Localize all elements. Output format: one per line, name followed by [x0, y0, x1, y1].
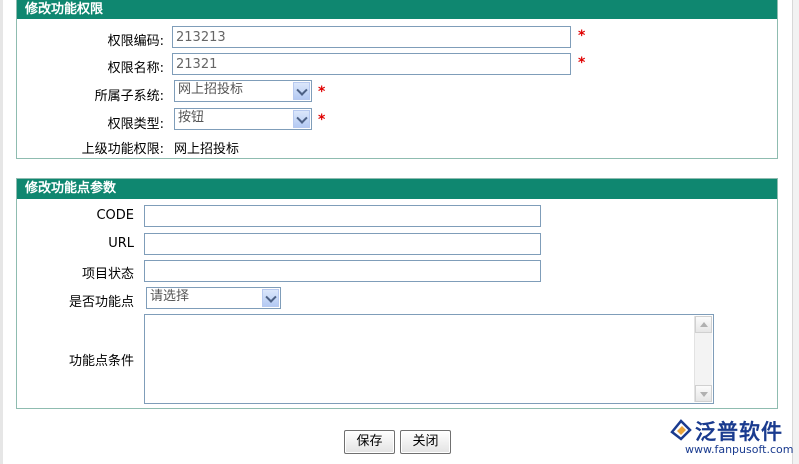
watermark-url: www.fanpusoft.com — [685, 443, 794, 456]
edit-function-point-header: 修改功能点参数 — [17, 179, 777, 199]
chevron-down-icon[interactable] — [293, 82, 310, 100]
watermark-brand: 泛普软件 — [695, 420, 783, 444]
condition-scrollbar[interactable] — [694, 316, 712, 402]
edit-permission-header: 修改功能权限 — [17, 0, 777, 19]
subsystem-label: 所属子系统: — [94, 89, 164, 104]
parent-permission-label: 上级功能权限: — [81, 142, 164, 157]
fanpu-logo-icon — [670, 419, 692, 441]
is-function-point-select-value: 请选择 — [150, 289, 190, 304]
permission-type-required: * — [318, 112, 326, 128]
project-status-input[interactable] — [144, 260, 541, 282]
close-button[interactable]: 关闭 — [400, 430, 451, 454]
permission-type-select[interactable]: 按钮 — [174, 108, 312, 130]
permission-name-required: * — [578, 55, 586, 71]
edit-permission-panel: 修改功能权限 — [16, 0, 778, 159]
save-button[interactable]: 保存 — [344, 430, 395, 454]
chevron-down-icon[interactable] — [262, 289, 279, 307]
window-left-edge — [0, 0, 3, 464]
permission-name-input[interactable] — [172, 53, 571, 75]
permission-name-label: 权限名称: — [107, 61, 164, 76]
subsystem-select-value: 网上招投标 — [178, 82, 244, 97]
subsystem-required: * — [318, 84, 326, 100]
scroll-up-icon[interactable] — [695, 316, 712, 333]
function-point-condition-textarea[interactable] — [144, 314, 714, 404]
window-right-edge — [792, 0, 799, 464]
chevron-down-icon[interactable] — [293, 110, 310, 128]
subsystem-select[interactable]: 网上招投标 — [174, 80, 312, 102]
project-status-label: 项目状态 — [81, 267, 134, 282]
permission-code-input[interactable] — [172, 26, 571, 48]
is-function-point-select[interactable]: 请选择 — [146, 287, 281, 309]
function-point-condition-label: 功能点条件 — [68, 354, 134, 369]
url-label: URL — [108, 236, 134, 251]
fanpu-watermark: 泛普软件 www.fanpusoft.com — [667, 416, 795, 460]
url-input[interactable] — [144, 233, 541, 255]
is-function-point-label: 是否功能点 — [68, 295, 134, 310]
code-input[interactable] — [144, 205, 541, 227]
permission-type-label: 权限类型: — [107, 117, 164, 132]
permission-code-required: * — [578, 28, 586, 44]
parent-permission-value: 网上招投标 — [174, 142, 240, 157]
code-label: CODE — [96, 208, 134, 223]
permission-type-select-value: 按钮 — [178, 110, 205, 125]
permission-code-label: 权限编码: — [107, 34, 164, 49]
scroll-down-icon[interactable] — [695, 385, 712, 402]
